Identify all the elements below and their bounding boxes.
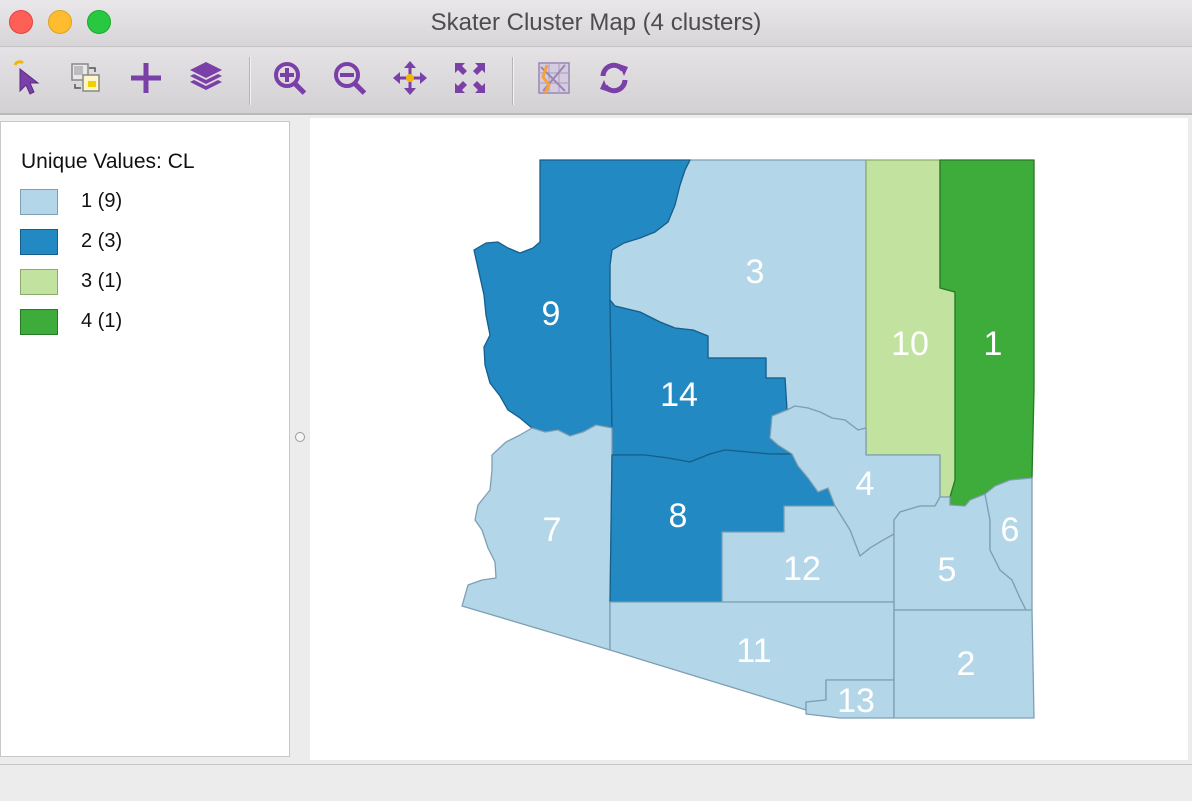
legend-panel: Unique Values: CL 1 (9) 2 (3) 3 (1) 4 (1… xyxy=(0,121,290,757)
legend-swatch xyxy=(20,229,58,255)
region-label-14: 14 xyxy=(660,376,698,414)
legend-swatch xyxy=(20,269,58,295)
map-canvas[interactable]: 1 2 3 4 5 6 7 8 9 10 11 12 13 14 xyxy=(310,118,1188,760)
region-label-3: 3 xyxy=(746,253,765,291)
select-tool-button[interactable] xyxy=(8,58,48,98)
legend-item-3[interactable]: 3 (1) xyxy=(20,269,270,297)
region-label-10: 10 xyxy=(891,325,929,363)
window-title: Skater Cluster Map (4 clusters) xyxy=(430,9,762,36)
region-label-12: 12 xyxy=(783,550,821,588)
legend-label: 3 (1) xyxy=(81,270,123,292)
fit-extent-icon xyxy=(455,63,485,93)
region-label-13: 13 xyxy=(837,682,875,720)
layers-icon xyxy=(190,62,222,90)
fit-extent-button[interactable] xyxy=(450,58,490,98)
region-label-4: 4 xyxy=(856,465,875,503)
zoom-in-button[interactable] xyxy=(270,58,310,98)
legend-item-2[interactable]: 2 (3) xyxy=(20,229,270,257)
selection-mode-button[interactable] xyxy=(66,58,106,98)
basemap-button[interactable] xyxy=(534,58,574,98)
plus-icon xyxy=(131,63,161,93)
cursor-arrow-icon xyxy=(13,60,40,95)
splitter-grip-handle[interactable] xyxy=(295,432,305,442)
legend-label: 1 (9) xyxy=(81,190,123,212)
map-toolbar xyxy=(0,47,1192,115)
legend-title: Unique Values: CL xyxy=(21,150,195,173)
legend-label: 4 (1) xyxy=(81,310,123,332)
pan-move-icon xyxy=(393,61,427,95)
select-copy-icon xyxy=(71,63,100,92)
region-label-8: 8 xyxy=(669,497,688,535)
region-label-2: 2 xyxy=(957,645,976,683)
pan-button[interactable] xyxy=(390,58,430,98)
refresh-icon xyxy=(600,62,628,94)
cluster-map: 1 2 3 4 5 6 7 8 9 10 11 12 13 14 xyxy=(461,159,1035,720)
region-label-5: 5 xyxy=(938,551,957,589)
region-label-7: 7 xyxy=(543,511,562,549)
legend-swatch xyxy=(20,189,58,215)
zoom-in-icon xyxy=(274,62,307,95)
basemap-icon xyxy=(538,62,570,94)
refresh-button[interactable] xyxy=(594,58,634,98)
app-window: Skater Cluster Map (4 clusters) Unique V… xyxy=(0,0,1192,801)
legend-label: 2 (3) xyxy=(81,230,123,252)
region-label-9: 9 xyxy=(542,295,561,333)
toolbar-separator xyxy=(249,57,251,105)
toolbar-separator xyxy=(512,57,514,105)
panel-splitter[interactable] xyxy=(291,118,309,760)
map-region-7[interactable] xyxy=(461,424,613,651)
region-label-6: 6 xyxy=(1001,511,1020,549)
status-bar xyxy=(0,764,1192,801)
legend-swatch xyxy=(20,309,58,335)
legend-item-4[interactable]: 4 (1) xyxy=(20,309,270,337)
region-label-11: 11 xyxy=(736,632,771,670)
zoom-out-icon xyxy=(334,62,367,95)
zoom-out-button[interactable] xyxy=(330,58,370,98)
title-bar: Skater Cluster Map (4 clusters) xyxy=(0,0,1192,47)
layers-button[interactable] xyxy=(186,58,226,98)
legend-item-1[interactable]: 1 (9) xyxy=(20,189,270,217)
add-button[interactable] xyxy=(126,58,166,98)
region-label-1: 1 xyxy=(984,325,1003,363)
